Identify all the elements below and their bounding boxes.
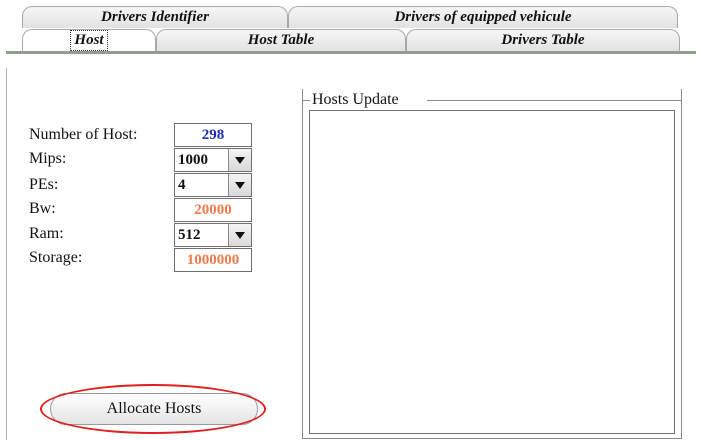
storage-label: Storage: — [29, 249, 83, 266]
tab-drivers-equipped-vehicule[interactable]: Drivers of equipped vehicule — [288, 6, 678, 28]
number-of-host-label: Number of Host: — [29, 126, 138, 143]
tab-label: Drivers of equipped vehicule — [394, 9, 572, 25]
tab-host[interactable]: Host — [22, 29, 156, 51]
tab-label: Host — [70, 30, 108, 51]
chevron-down-icon[interactable] — [228, 224, 251, 246]
mips-label: Mips: — [29, 150, 67, 167]
ram-select[interactable]: 512 — [174, 223, 252, 247]
hosts-update-list[interactable] — [309, 110, 675, 434]
tab-label: Drivers Table — [501, 32, 585, 48]
ram-label: Ram: — [29, 225, 64, 242]
tab-row-front: Host Host Table Drivers Table — [22, 29, 680, 51]
pes-select[interactable]: 4 — [174, 173, 252, 197]
mips-select[interactable]: 1000 — [174, 148, 252, 172]
tab-row-back: Drivers Identifier Drivers of equipped v… — [22, 6, 678, 28]
tab-drivers-table[interactable]: Drivers Table — [406, 29, 680, 51]
number-of-host-field[interactable]: 298 — [174, 123, 252, 147]
allocate-hosts-button[interactable]: Allocate Hosts — [50, 393, 258, 425]
tab-label: Drivers Identifier — [101, 9, 209, 25]
tab-drivers-identifier[interactable]: Drivers Identifier — [22, 6, 288, 28]
tab-label: Host Table — [247, 32, 315, 48]
pes-label: PEs: — [29, 176, 59, 193]
mips-value: 1000 — [178, 152, 208, 168]
hosts-update-title: Hosts Update — [312, 91, 399, 108]
ram-value: 512 — [178, 227, 201, 243]
chevron-down-icon[interactable] — [228, 174, 251, 196]
storage-field[interactable]: 1000000 — [174, 248, 252, 272]
chevron-down-icon[interactable] — [228, 149, 251, 171]
bw-field[interactable]: 20000 — [174, 198, 252, 222]
pes-value: 4 — [178, 177, 186, 193]
tab-host-table[interactable]: Host Table — [156, 29, 406, 51]
bw-label: Bw: — [29, 200, 56, 217]
hosts-update-legend: Hosts Update — [302, 89, 682, 108]
